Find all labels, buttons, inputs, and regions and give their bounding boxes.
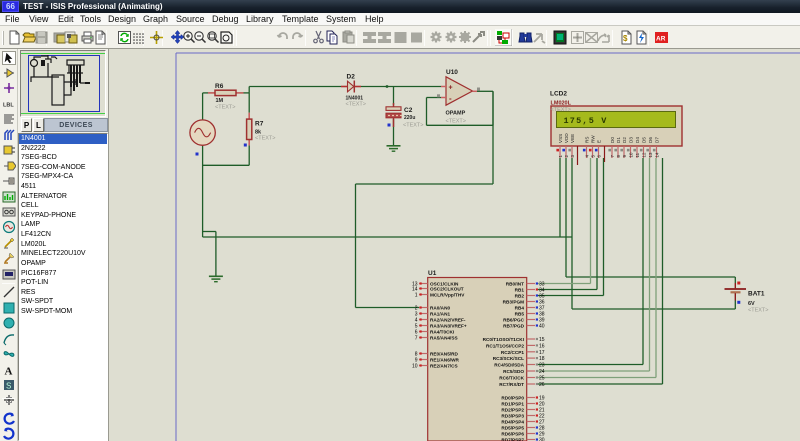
svg-text:LM020L: LM020L xyxy=(551,101,572,107)
svg-text:RC7/RX/DT: RC7/RX/DT xyxy=(499,382,524,387)
svg-text:E: E xyxy=(597,140,602,143)
svg-text:10: 10 xyxy=(629,152,634,157)
svg-text:OPAMP: OPAMP xyxy=(446,111,466,117)
svg-text:VDD: VDD xyxy=(564,133,569,143)
svg-text:RE2/AN7/CS: RE2/AN7/CS xyxy=(430,364,458,369)
svg-text:RW: RW xyxy=(591,135,596,143)
svg-text:25: 25 xyxy=(539,376,545,382)
svg-text:LCD2: LCD2 xyxy=(550,91,567,98)
svg-text:RD1/PSP1: RD1/PSP1 xyxy=(501,402,524,407)
svg-text:RE1/AN6/WR: RE1/AN6/WR xyxy=(430,358,460,363)
svg-text:RC0/T1OSO/T1CKI: RC0/T1OSO/T1CKI xyxy=(483,337,524,342)
svg-text:D2: D2 xyxy=(622,137,627,143)
svg-text:RB2: RB2 xyxy=(515,294,525,299)
svg-text:D6: D6 xyxy=(648,137,653,143)
svg-text:15: 15 xyxy=(539,337,545,343)
svg-text:D7: D7 xyxy=(655,137,660,143)
svg-text:10: 10 xyxy=(412,364,418,370)
svg-text:RC6/TX/CK: RC6/TX/CK xyxy=(499,376,524,381)
svg-text:U10: U10 xyxy=(446,69,458,76)
svg-text:RC2/CCP1: RC2/CCP1 xyxy=(501,350,525,355)
svg-text:11: 11 xyxy=(635,152,640,157)
svg-text:<TEXT>: <TEXT> xyxy=(748,308,768,314)
svg-text:RE0/AN5/RD: RE0/AN5/RD xyxy=(430,352,458,357)
svg-text:BAT1: BAT1 xyxy=(748,291,765,298)
svg-text:C2: C2 xyxy=(404,107,413,114)
svg-text:U1: U1 xyxy=(428,270,437,277)
svg-text:RD6/PSP6: RD6/PSP6 xyxy=(501,432,524,437)
svg-text:14: 14 xyxy=(655,152,660,157)
svg-text:1M: 1M xyxy=(216,98,224,104)
svg-text:RC1/T1OSI/CCP2: RC1/T1OSI/CCP2 xyxy=(486,343,524,348)
svg-text:RA3/AN3/VREF+: RA3/AN3/VREF+ xyxy=(430,324,467,329)
svg-text:RC5/SDO: RC5/SDO xyxy=(503,369,524,374)
svg-text:18: 18 xyxy=(539,356,545,362)
svg-text:R6: R6 xyxy=(215,83,224,90)
svg-text:RA4/T0CKI: RA4/T0CKI xyxy=(430,330,454,335)
svg-text:RD3/PSP3: RD3/PSP3 xyxy=(501,414,524,419)
svg-text:RB1: RB1 xyxy=(515,288,525,293)
svg-text:RB3/PGM: RB3/PGM xyxy=(503,300,524,305)
svg-text:220u: 220u xyxy=(404,115,415,121)
svg-text:RD0/PSP0: RD0/PSP0 xyxy=(501,396,524,401)
svg-text:13: 13 xyxy=(648,152,653,157)
svg-text:LBL: LBL xyxy=(3,102,14,108)
svg-text:17: 17 xyxy=(539,350,545,356)
svg-text:AR: AR xyxy=(656,36,666,43)
svg-text:24: 24 xyxy=(539,369,545,375)
svg-text:<TEXT>: <TEXT> xyxy=(346,102,366,108)
svg-text:<TEXT>: <TEXT> xyxy=(403,123,423,129)
svg-text:12: 12 xyxy=(642,152,647,157)
svg-text:RD4/PSP4: RD4/PSP4 xyxy=(501,420,524,425)
svg-text:7: 7 xyxy=(415,336,418,342)
svg-text:D2: D2 xyxy=(347,74,356,81)
svg-text:26: 26 xyxy=(539,382,545,388)
svg-text:175,5 V: 175,5 V xyxy=(564,116,608,126)
svg-text:RB4: RB4 xyxy=(515,306,525,311)
svg-text:RC4/SDI/SDA: RC4/SDI/SDA xyxy=(494,363,524,368)
svg-text:40: 40 xyxy=(539,324,545,330)
svg-text:30: 30 xyxy=(539,438,545,441)
svg-text:<TEXT>: <TEXT> xyxy=(446,119,466,125)
svg-text:RA0/AN0: RA0/AN0 xyxy=(430,306,450,311)
svg-text:RA5/AN4/SS: RA5/AN4/SS xyxy=(430,336,458,341)
svg-text:D1: D1 xyxy=(616,137,621,143)
svg-text:D3: D3 xyxy=(629,137,634,143)
svg-text:16: 16 xyxy=(539,343,545,349)
svg-text:RC3/SCK/SCL: RC3/SCK/SCL xyxy=(493,356,524,361)
svg-text:D4: D4 xyxy=(635,137,640,143)
svg-text:OSC2/CLKOUT: OSC2/CLKOUT xyxy=(430,287,464,292)
svg-text:6V: 6V xyxy=(748,301,755,307)
svg-text:-: - xyxy=(449,94,452,103)
svg-text:RA2/AN2/VREF-: RA2/AN2/VREF- xyxy=(430,318,466,323)
svg-text:VEE: VEE xyxy=(570,134,575,143)
svg-text:D5: D5 xyxy=(642,137,647,143)
svg-text:RB5: RB5 xyxy=(515,312,525,317)
svg-text:<TEXT>: <TEXT> xyxy=(215,105,235,111)
svg-text:RA1/AN1: RA1/AN1 xyxy=(430,312,450,317)
svg-text:23: 23 xyxy=(539,363,545,369)
svg-text:$: $ xyxy=(623,34,628,43)
svg-text:RD5/PSP5: RD5/PSP5 xyxy=(501,426,524,431)
svg-text:VSS: VSS xyxy=(558,134,563,143)
svg-text:<TEXT>: <TEXT> xyxy=(255,136,275,142)
svg-text:A: A xyxy=(5,365,13,377)
svg-text:RD7/PSP7: RD7/PSP7 xyxy=(501,438,524,441)
svg-text:S: S xyxy=(6,381,11,390)
svg-text:RB0/INT: RB0/INT xyxy=(506,282,524,287)
svg-text:RS: RS xyxy=(585,137,590,143)
svg-text:RB6/PGC: RB6/PGC xyxy=(503,318,524,323)
svg-text:MCLR/Vpp/THV: MCLR/Vpp/THV xyxy=(430,293,465,298)
svg-text:D0: D0 xyxy=(610,137,615,143)
svg-text:+: + xyxy=(449,85,453,92)
svg-text:R7: R7 xyxy=(255,121,264,128)
svg-text:1: 1 xyxy=(415,293,418,299)
svg-text:RB7/PGD: RB7/PGD xyxy=(503,324,524,329)
svg-text:RD2/PSP2: RD2/PSP2 xyxy=(501,408,524,413)
